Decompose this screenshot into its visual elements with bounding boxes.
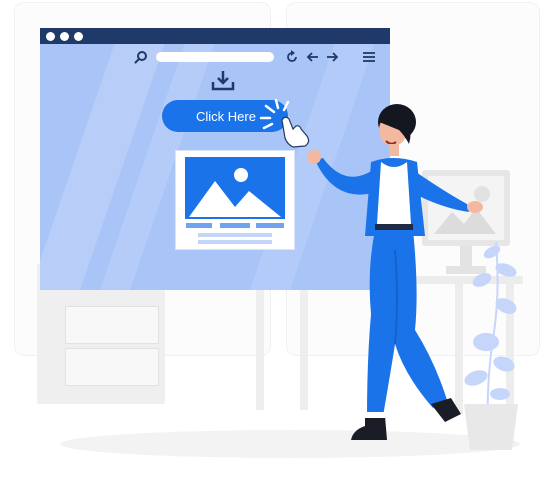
desk-leg (256, 280, 264, 410)
card-text-line (198, 233, 272, 237)
browser-title-bar (40, 28, 390, 44)
image-placeholder-icon (185, 157, 285, 219)
refresh-icon[interactable] (285, 50, 299, 64)
cabinet-drawer (65, 306, 159, 344)
back-arrow-icon[interactable] (306, 50, 320, 64)
menu-icon[interactable] (362, 50, 376, 64)
download-icon[interactable] (211, 70, 235, 92)
card-text-line (198, 240, 272, 244)
window-dot[interactable] (46, 32, 55, 41)
card-text-line (256, 223, 284, 228)
window-dot[interactable] (74, 32, 83, 41)
card-text-line (186, 223, 212, 228)
search-icon[interactable] (134, 50, 148, 64)
woman-figure (307, 104, 483, 440)
card-text-line (220, 223, 250, 228)
image-card[interactable] (175, 150, 295, 250)
cabinet-drawer (65, 348, 159, 386)
illustration-scene: Click Here (0, 0, 553, 477)
window-dot[interactable] (60, 32, 69, 41)
address-bar[interactable] (156, 52, 274, 62)
forward-arrow-icon[interactable] (325, 50, 339, 64)
